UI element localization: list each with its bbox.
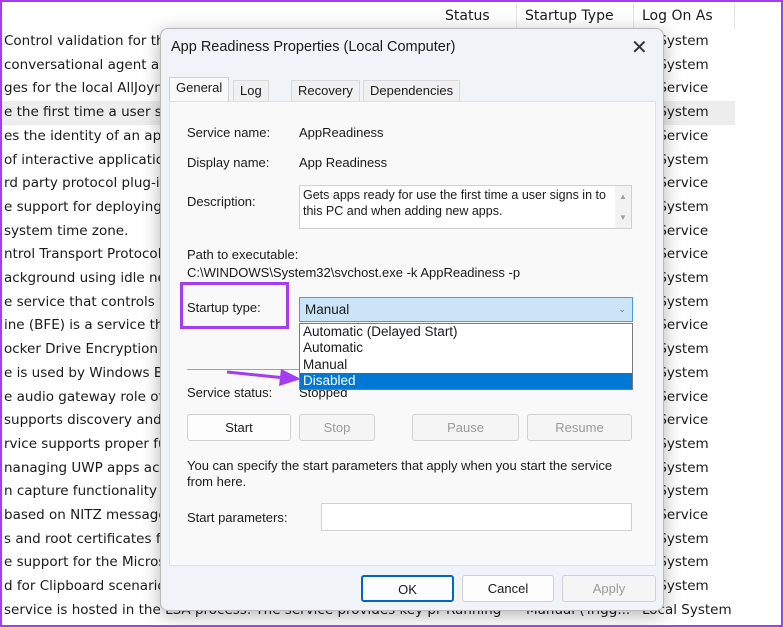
tab-general[interactable]: General [169, 77, 230, 101]
general-panel: Service name: AppReadiness Display name:… [169, 101, 656, 566]
close-icon[interactable]: ✕ [631, 35, 648, 60]
service-description: s and root certificates fro [4, 530, 175, 547]
pause-button[interactable]: Pause [412, 414, 519, 441]
service-description: Control validation for th [4, 33, 165, 49]
display-name-label: Display name: [187, 155, 270, 170]
startup-type-dropdown[interactable]: Manual ⌄ [299, 297, 633, 322]
column-header-status[interactable]: Status [437, 3, 517, 29]
resume-button[interactable]: Resume [527, 414, 632, 441]
service-description: supports discovery and a [4, 412, 175, 429]
ok-button[interactable]: OK [361, 575, 454, 602]
option-automatic[interactable]: Automatic [300, 340, 632, 356]
start-button[interactable]: Start [187, 414, 291, 441]
service-description: e support for deploying S [4, 198, 175, 215]
startup-type-value: Manual [305, 302, 350, 317]
tab-dependencies[interactable]: Dependencies [363, 80, 461, 101]
dialog-title: App Readiness Properties (Local Computer… [171, 39, 456, 55]
start-params-label: Start parameters: [187, 510, 288, 525]
stop-button[interactable]: Stop [299, 414, 375, 441]
service-description: d for Clipboard scenario [4, 578, 166, 595]
service-description: e support for the Microso [4, 554, 174, 571]
service-description: conversational agent ap [4, 56, 168, 73]
option-disabled[interactable]: Disabled [300, 372, 632, 390]
option-automatic-delayed[interactable]: Automatic (Delayed Start) [300, 324, 632, 340]
apply-button[interactable]: Apply [562, 575, 656, 602]
option-manual[interactable]: Manual [300, 357, 632, 373]
service-description: e is used by Windows Ba [4, 364, 172, 381]
service-description: ackground using idle net [4, 270, 172, 286]
properties-dialog: App Readiness Properties (Local Computer… [160, 28, 664, 611]
service-description: nanaging UWP apps acce [4, 459, 176, 476]
service-description: based on NITZ messages [4, 507, 174, 523]
annotation-arrow-icon [226, 369, 301, 386]
service-description: ine (BFE) is a service that [4, 317, 177, 334]
column-header-startup-type[interactable]: Startup Type [517, 3, 634, 29]
tab-recovery[interactable]: Recovery [291, 80, 360, 101]
service-description: rd party protocol plug-ir [4, 175, 166, 192]
path-value: C:\WINDOWS\System32\svchost.exe -k AppRe… [187, 265, 521, 280]
chevron-down-icon: ⌄ [618, 304, 626, 314]
service-description: of interactive applicatio [4, 151, 164, 168]
service-name-value: AppReadiness [299, 125, 384, 140]
start-params-input[interactable] [321, 503, 632, 531]
service-description: n capture functionality f [4, 483, 167, 500]
description-text: Gets apps ready for use the first time a… [303, 188, 606, 218]
cancel-button[interactable]: Cancel [462, 575, 554, 602]
service-description: e the first time a user sig [4, 104, 175, 121]
service-description: ges for the local AllJoyn c [4, 80, 175, 97]
service-status-label: Service status: [187, 385, 273, 400]
service-description: es the identity of an appl [4, 127, 174, 144]
startup-type-label: Startup type: [187, 300, 261, 315]
description-box[interactable]: Gets apps ready for use the first time a… [299, 185, 632, 229]
startup-type-options: Automatic (Delayed Start) Automatic Manu… [299, 323, 633, 390]
tab-log-on[interactable]: Log On [233, 80, 269, 118]
service-description: rvice supports proper fur [4, 435, 173, 452]
start-params-hint: You can specify the start parameters tha… [187, 458, 613, 489]
service-name-label: Service name: [187, 125, 271, 140]
description-scrollbar[interactable]: ▲ ▼ [615, 186, 631, 228]
column-header-log-on-as[interactable]: Log On As [634, 3, 735, 29]
service-description: ntrol Transport Protocol [4, 246, 162, 263]
service-description: e service that controls wh [4, 293, 179, 310]
service-description: ocker Drive Encryption se [4, 341, 178, 358]
service-description: e audio gateway role of th [4, 388, 182, 405]
description-label: Description: [187, 194, 256, 209]
service-description: system time zone. [4, 222, 129, 239]
display-name-value: App Readiness [299, 155, 388, 170]
path-label: Path to executable: [187, 247, 299, 262]
